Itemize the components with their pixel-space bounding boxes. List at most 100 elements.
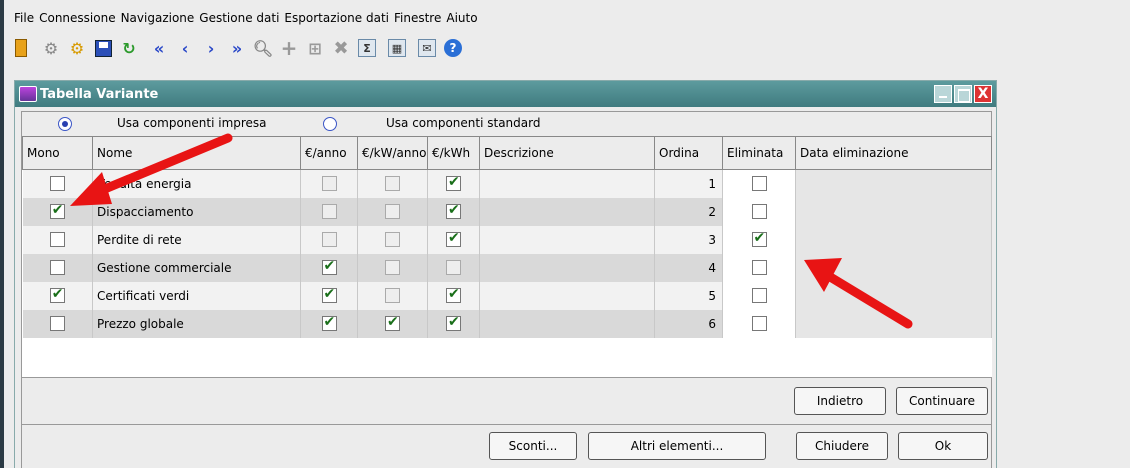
mono-checkbox[interactable] — [49, 286, 65, 303]
anno-checkbox[interactable] — [321, 204, 337, 219]
indietro-button[interactable]: Indietro — [794, 387, 886, 415]
col-data-eliminazione[interactable]: Data eliminazione — [795, 136, 992, 170]
disconnect-icon[interactable]: ⚙ — [66, 37, 88, 59]
search-icon[interactable]: 🔍︎ — [252, 37, 274, 59]
col-eliminata[interactable]: Eliminata — [722, 136, 796, 170]
kwanno-checkbox[interactable] — [385, 288, 400, 303]
eliminata-checkbox[interactable] — [751, 176, 767, 192]
col-mono[interactable]: Mono — [22, 136, 93, 170]
add-icon[interactable]: + — [278, 36, 300, 60]
help-icon[interactable]: ? — [442, 37, 464, 59]
menu-gestione-dati[interactable]: Gestione dati — [199, 11, 279, 25]
table-row[interactable]: Dispacciamento 2 — [22, 197, 992, 226]
mono-checkbox[interactable] — [49, 260, 65, 275]
anno-checkbox[interactable] — [321, 232, 337, 247]
cell-ordina[interactable]: 6 — [654, 309, 723, 338]
cell-descrizione[interactable] — [479, 169, 655, 198]
edit-icon[interactable]: ⊞ — [304, 37, 326, 59]
calculator-icon[interactable]: ▦ — [386, 37, 408, 59]
col-descrizione[interactable]: Descrizione — [479, 136, 655, 170]
menu-aiuto[interactable]: Aiuto — [446, 11, 477, 25]
connect-icon[interactable]: ⚙ — [40, 37, 62, 59]
mono-checkbox[interactable] — [49, 316, 65, 331]
eliminata-checkbox[interactable] — [751, 316, 767, 331]
continuare-button[interactable]: Continuare — [896, 387, 988, 415]
kwh-checkbox[interactable] — [446, 230, 461, 247]
mono-checkbox[interactable] — [49, 232, 65, 247]
col-anno[interactable]: €/anno — [300, 136, 358, 170]
kwanno-checkbox[interactable] — [385, 314, 400, 331]
menu-navigazione[interactable]: Navigazione — [121, 11, 195, 25]
minimize-button[interactable] — [934, 85, 952, 103]
menu-file[interactable]: File — [14, 11, 34, 25]
sum-icon[interactable]: Σ — [356, 37, 378, 59]
radio-standard-label[interactable]: Usa componenti standard — [386, 116, 540, 130]
kwanno-checkbox[interactable] — [385, 260, 400, 275]
cell-descrizione[interactable] — [479, 253, 655, 282]
cell-data-eliminazione[interactable] — [795, 197, 992, 226]
table-row[interactable]: Prezzo globale 6 — [22, 309, 992, 338]
cell-ordina[interactable]: 5 — [654, 281, 723, 310]
refresh-icon[interactable]: ↻ — [118, 37, 140, 59]
kwanno-checkbox[interactable] — [385, 204, 400, 219]
anno-checkbox[interactable] — [321, 286, 337, 303]
mono-checkbox[interactable] — [49, 202, 65, 219]
table-row[interactable]: Perdite di rete 3 — [22, 225, 992, 254]
next-icon[interactable]: › — [200, 37, 222, 59]
ok-button[interactable]: Ok — [898, 432, 988, 460]
kwh-checkbox[interactable] — [446, 260, 461, 275]
cell-ordina[interactable]: 4 — [654, 253, 723, 282]
delete-icon[interactable]: ✖ — [330, 37, 352, 59]
export-icon[interactable]: ✉ — [416, 37, 438, 59]
altri-elementi-button[interactable]: Altri elementi... — [588, 432, 766, 460]
cell-data-eliminazione[interactable] — [795, 281, 992, 310]
mono-checkbox[interactable] — [49, 176, 65, 192]
kwh-checkbox[interactable] — [446, 314, 461, 331]
col-kwh[interactable]: €/kWh — [427, 136, 480, 170]
eliminata-checkbox[interactable] — [751, 204, 767, 219]
kwanno-checkbox[interactable] — [385, 176, 400, 192]
cell-descrizione[interactable] — [479, 225, 655, 254]
cell-descrizione[interactable] — [479, 281, 655, 310]
cell-data-eliminazione[interactable] — [795, 253, 992, 282]
cell-data-eliminazione[interactable] — [795, 309, 992, 338]
anno-checkbox[interactable] — [321, 258, 337, 275]
col-kw-anno[interactable]: €/kW/anno — [357, 136, 428, 170]
kwh-checkbox[interactable] — [446, 202, 461, 219]
menu-esportazione-dati[interactable]: Esportazione dati — [284, 11, 389, 25]
maximize-button[interactable] — [954, 85, 972, 103]
eliminata-checkbox[interactable] — [751, 260, 767, 275]
last-icon[interactable]: » — [226, 37, 248, 59]
col-nome[interactable]: Nome — [92, 136, 301, 170]
menu-connessione[interactable]: Connessione — [39, 11, 115, 25]
radio-standard[interactable] — [323, 117, 337, 131]
eliminata-checkbox[interactable] — [751, 288, 767, 303]
radio-impresa-label[interactable]: Usa componenti impresa — [117, 116, 267, 130]
radio-impresa[interactable] — [58, 117, 72, 131]
cell-descrizione[interactable] — [479, 309, 655, 338]
close-button[interactable]: X — [974, 85, 992, 103]
cell-data-eliminazione[interactable] — [795, 169, 992, 198]
table-row[interactable]: Gestione commerciale 4 — [22, 253, 992, 282]
frame-titlebar[interactable]: Tabella Variante X — [15, 81, 996, 107]
cell-ordina[interactable]: 3 — [654, 225, 723, 254]
previous-icon[interactable]: ‹ — [174, 37, 196, 59]
cell-data-eliminazione[interactable] — [795, 225, 992, 254]
cell-descrizione[interactable] — [479, 197, 655, 226]
anno-checkbox[interactable] — [321, 176, 337, 192]
exit-icon[interactable] — [10, 37, 32, 59]
sconti-button[interactable]: Sconti... — [489, 432, 577, 460]
cell-ordina[interactable]: 2 — [654, 197, 723, 226]
kwh-checkbox[interactable] — [446, 286, 461, 303]
eliminata-checkbox[interactable] — [751, 230, 767, 247]
cell-ordina[interactable]: 1 — [654, 169, 723, 198]
chiudere-button[interactable]: Chiudere — [796, 432, 888, 460]
col-ordina[interactable]: Ordina — [654, 136, 723, 170]
first-icon[interactable]: « — [148, 37, 170, 59]
kwh-checkbox[interactable] — [446, 174, 461, 192]
anno-checkbox[interactable] — [321, 314, 337, 331]
kwanno-checkbox[interactable] — [385, 232, 400, 247]
save-icon[interactable] — [92, 37, 114, 59]
table-row[interactable]: Vendita energia 1 — [22, 169, 992, 198]
menu-finestre[interactable]: Finestre — [394, 11, 441, 25]
